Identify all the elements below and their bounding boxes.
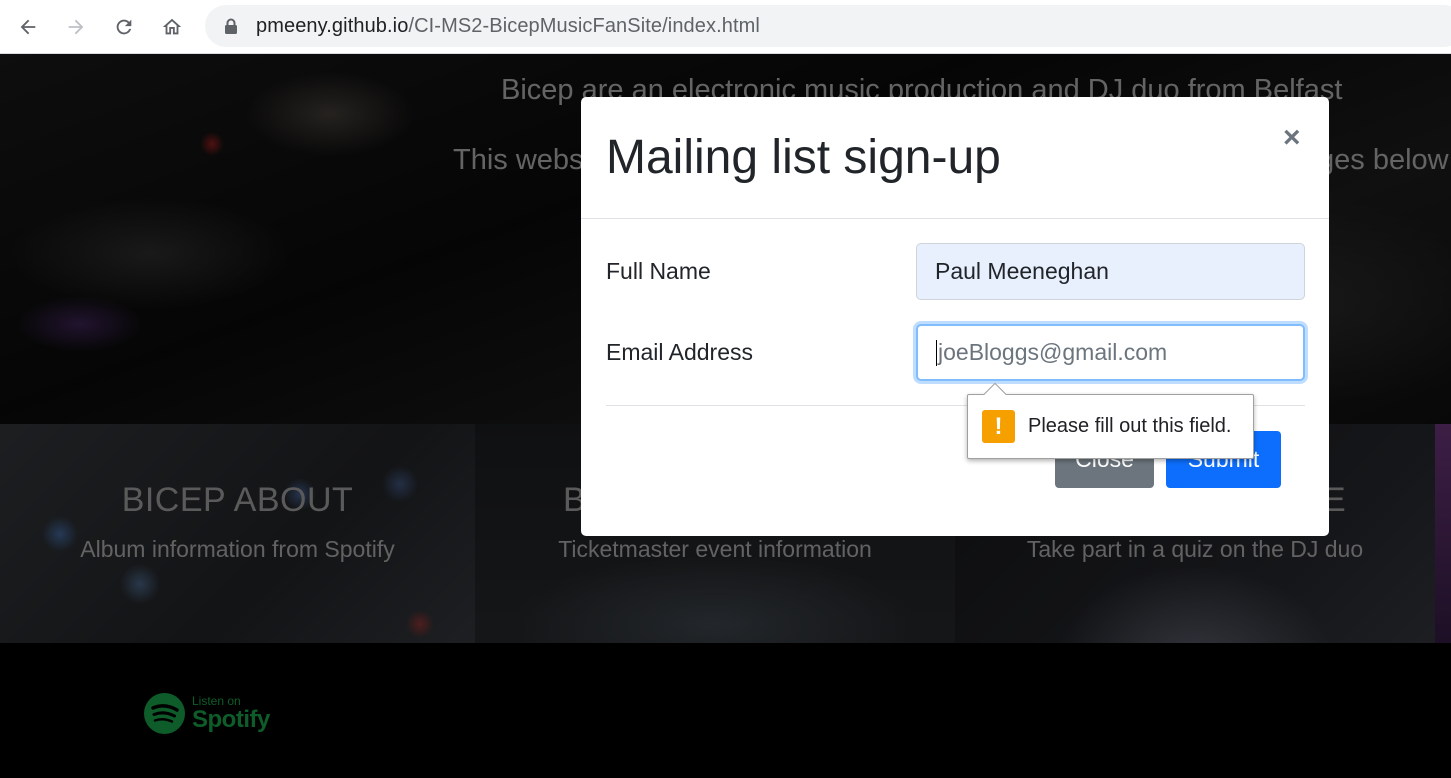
url-text: pmeeny.github.io/CI-MS2-BicepMusicFanSit…: [256, 15, 760, 38]
close-icon[interactable]: ×: [1283, 123, 1301, 153]
forward-arrow-icon[interactable]: [58, 9, 94, 45]
modal-header: Mailing list sign-up ×: [581, 97, 1329, 219]
email-label: Email Address: [606, 339, 754, 365]
url-path: /CI-MS2-BicepMusicFanSite/index.html: [408, 15, 760, 37]
validation-message: Please fill out this field.: [1028, 415, 1232, 437]
validation-tooltip: ! Please fill out this field.: [967, 382, 1254, 459]
url-host: pmeeny.github.io: [256, 15, 409, 37]
address-bar[interactable]: pmeeny.github.io/CI-MS2-BicepMusicFanSit…: [205, 5, 1451, 47]
email-placeholder: joeBloggs@gmail.com: [938, 339, 1168, 365]
back-arrow-icon[interactable]: [10, 9, 46, 45]
text-caret: [936, 339, 937, 366]
full-name-input[interactable]: Paul Meeneghan: [916, 243, 1305, 300]
lock-icon: [225, 18, 237, 34]
browser-toolbar: pmeeny.github.io/CI-MS2-BicepMusicFanSit…: [0, 0, 1451, 54]
full-name-label: Full Name: [606, 258, 711, 284]
warning-icon: !: [982, 410, 1015, 443]
mailing-list-modal: Mailing list sign-up × Full Name Paul Me…: [581, 97, 1329, 536]
reload-icon[interactable]: [106, 9, 142, 45]
page-content: Bicep are an electronic music production…: [0, 54, 1451, 778]
home-icon[interactable]: [154, 9, 190, 45]
email-input[interactable]: joeBloggs@gmail.com: [916, 324, 1305, 381]
modal-title: Mailing list sign-up: [606, 131, 1001, 184]
